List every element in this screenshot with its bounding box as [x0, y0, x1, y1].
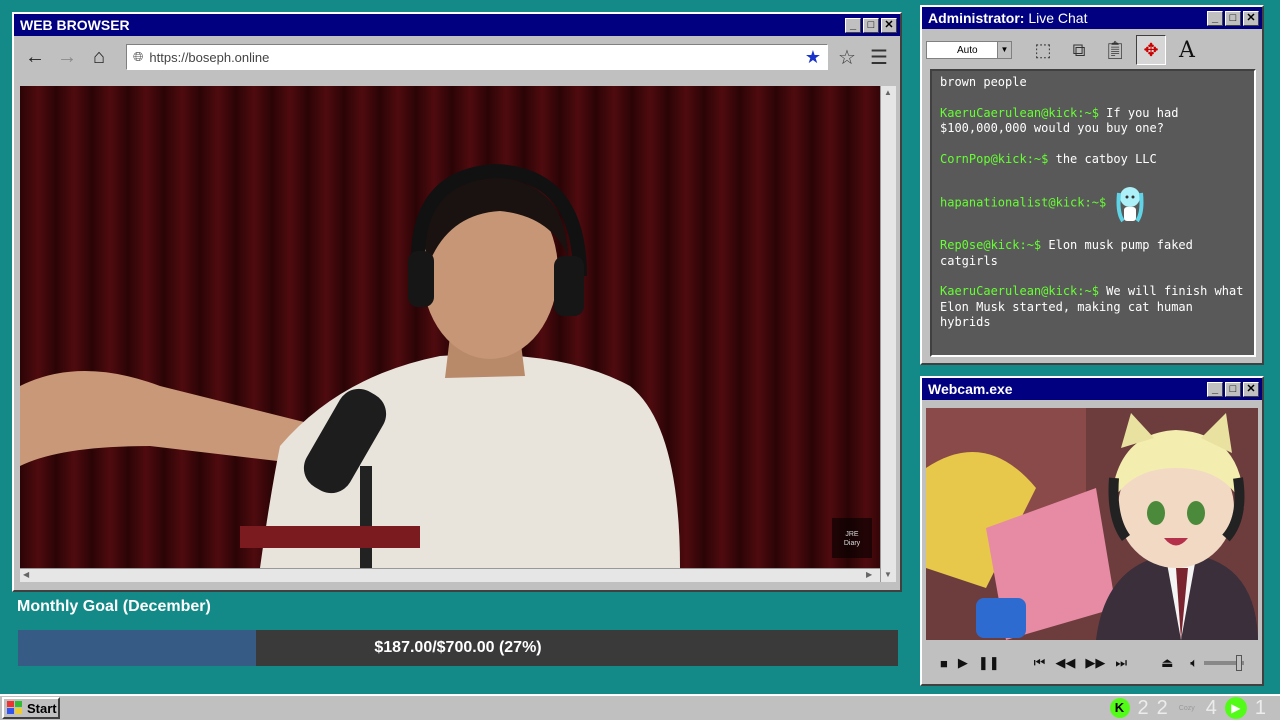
chat-text: the catboy LLC: [1048, 151, 1157, 166]
chat-text: brown people: [940, 75, 1027, 89]
system-tray: K 2 2 Cozy 4 ▶ 1: [1109, 696, 1266, 720]
minimize-button[interactable]: _: [1207, 10, 1223, 26]
play-circle-icon[interactable]: ▶: [1224, 697, 1247, 719]
scroll-up-icon[interactable]: ▲: [884, 88, 892, 97]
chat-username: KaeruCaerulean@kick:~$: [940, 105, 1099, 120]
close-button[interactable]: ✕: [1243, 10, 1259, 26]
webcam-window: Webcam.exe _ □ ✕ ■ ▶ ❚❚ ⏮ ◀◀ ▶▶ ⏭ ⏏ 🔈︎: [920, 376, 1264, 686]
home-icon[interactable]: ⌂: [86, 44, 112, 70]
copy-icon[interactable]: ⧉: [1064, 35, 1094, 65]
chat-username: KaeruCaerulean@kick:~$: [940, 284, 1099, 298]
webcam-feed: [926, 408, 1258, 640]
minimize-button[interactable]: _: [1207, 381, 1223, 397]
close-button[interactable]: ✕: [881, 17, 897, 33]
chat-title: Administrator: Live Chat: [928, 10, 1205, 26]
chat-message: hapanationalist@kick:~$: [940, 183, 1246, 223]
kick-logo-icon[interactable]: K: [1109, 698, 1130, 718]
vertical-scrollbar[interactable]: ▲ ▼: [880, 86, 896, 582]
url-text[interactable]: https://boseph.online: [149, 50, 798, 65]
horizontal-scrollbar[interactable]: ◀ ▶: [20, 568, 880, 582]
fast-forward-icon[interactable]: ▶▶: [1085, 655, 1105, 671]
chat-window: Administrator: Live Chat _ □ ✕ Auto ▼ ⬚ …: [920, 5, 1264, 365]
pause-icon[interactable]: ❚❚: [978, 655, 1000, 671]
address-bar[interactable]: 🌐︎ https://boseph.online ★: [126, 44, 828, 70]
move-icon[interactable]: ✥: [1136, 35, 1166, 65]
volume-knob[interactable]: [1236, 655, 1242, 671]
maximize-button[interactable]: □: [1225, 381, 1241, 397]
chat-username: hapanationalist@kick:~$: [940, 195, 1107, 210]
chat-message: CornPop@kick:~$ the catboy LLC: [940, 152, 1246, 168]
browser-window: WEB BROWSER _ □ ✕ ← → ⌂ 🌐︎ https://bosep…: [12, 12, 902, 592]
video-player[interactable]: JRE Diary: [20, 86, 880, 568]
chat-title-prefix: Administrator:: [928, 10, 1025, 26]
vtuber-avatar-image: [926, 408, 1258, 640]
font-size-select[interactable]: Auto ▼: [926, 41, 1012, 59]
chat-message: brown people: [940, 75, 1246, 91]
chat-message: KaeruCaerulean@kick:~$ If you had $100,0…: [940, 106, 1246, 137]
video-watermark: JRE Diary: [843, 531, 861, 547]
tray-count: 1: [1254, 696, 1266, 719]
volume-control[interactable]: 🔈︎: [1190, 655, 1244, 671]
chat-username: CornPop@kick:~$: [940, 151, 1049, 166]
webcam-title: Webcam.exe: [928, 381, 1013, 397]
minimize-button[interactable]: _: [845, 17, 861, 33]
stop-icon[interactable]: ■: [940, 656, 948, 671]
maximize-button[interactable]: □: [1225, 10, 1241, 26]
chat-toolbar: Auto ▼ ⬚ ⧉ 📋︎ ✥ A: [922, 29, 1262, 71]
forward-icon[interactable]: →: [54, 44, 80, 70]
chat-log[interactable]: brown people KaeruCaerulean@kick:~$ If y…: [930, 69, 1256, 357]
tray-count: 2: [1137, 696, 1149, 719]
goal-progress-bar: $187.00/$700.00 (27%): [18, 630, 898, 666]
start-button[interactable]: Start: [2, 697, 60, 719]
chat-message: Rep0se@kick:~$ Elon musk pump faked catg…: [940, 238, 1246, 269]
taskbar: Start K 2 2 Cozy 4 ▶ 1: [0, 694, 1280, 720]
goal-progress-text: $187.00/$700.00 (27%): [374, 639, 542, 656]
paste-icon[interactable]: 📋︎: [1100, 35, 1130, 65]
windows-logo-icon: [7, 701, 22, 714]
tray-count: 2: [1156, 696, 1168, 719]
chevron-down-icon[interactable]: ▼: [997, 42, 1011, 58]
select-icon[interactable]: ⬚: [1028, 35, 1058, 65]
scroll-down-icon[interactable]: ▼: [884, 570, 892, 579]
tray-count: 4: [1205, 696, 1217, 719]
chat-titlebar[interactable]: Administrator: Live Chat _ □ ✕: [922, 7, 1262, 29]
chat-message: KaeruCaerulean@kick:~$ We will finish wh…: [940, 284, 1246, 331]
start-label: Start: [27, 700, 57, 716]
webcam-titlebar[interactable]: Webcam.exe _ □ ✕: [922, 378, 1262, 400]
eject-icon[interactable]: ⏏: [1161, 655, 1173, 671]
scroll-right-icon[interactable]: ▶: [866, 570, 872, 579]
globe-icon: 🌐︎: [133, 49, 144, 64]
bookmark-star-icon[interactable]: ★: [805, 47, 821, 68]
font-icon[interactable]: A: [1172, 35, 1202, 65]
favorites-icon[interactable]: ☆: [834, 44, 860, 70]
browser-titlebar[interactable]: WEB BROWSER _ □ ✕: [14, 14, 900, 36]
maximize-button[interactable]: □: [863, 17, 879, 33]
skip-back-icon[interactable]: ⏮: [1034, 655, 1046, 671]
emote-sticker-icon: [1116, 187, 1144, 223]
browser-navbar: ← → ⌂ 🌐︎ https://boseph.online ★ ☆ ☰: [14, 36, 900, 78]
browser-title: WEB BROWSER: [20, 17, 130, 33]
video-frame: [20, 86, 880, 568]
skip-forward-icon[interactable]: ⏭: [1115, 655, 1127, 671]
media-controls: ■ ▶ ❚❚ ⏮ ◀◀ ▶▶ ⏭ ⏏ 🔈︎: [928, 648, 1258, 678]
back-icon[interactable]: ←: [22, 44, 48, 70]
volume-slider[interactable]: [1204, 655, 1244, 671]
menu-icon[interactable]: ☰: [866, 44, 892, 70]
close-button[interactable]: ✕: [1243, 381, 1259, 397]
chat-title-label: Live Chat: [1024, 10, 1088, 26]
play-icon[interactable]: ▶: [958, 655, 968, 671]
cozy-logo-icon[interactable]: Cozy: [1176, 705, 1198, 712]
chat-username: Rep0se@kick:~$: [940, 238, 1042, 252]
goal-title: Monthly Goal (December): [17, 598, 211, 615]
font-size-value: Auto: [957, 44, 978, 56]
scroll-left-icon[interactable]: ◀: [23, 570, 29, 579]
speaker-icon: 🔈︎: [1190, 655, 1198, 670]
rewind-icon[interactable]: ◀◀: [1055, 655, 1075, 671]
